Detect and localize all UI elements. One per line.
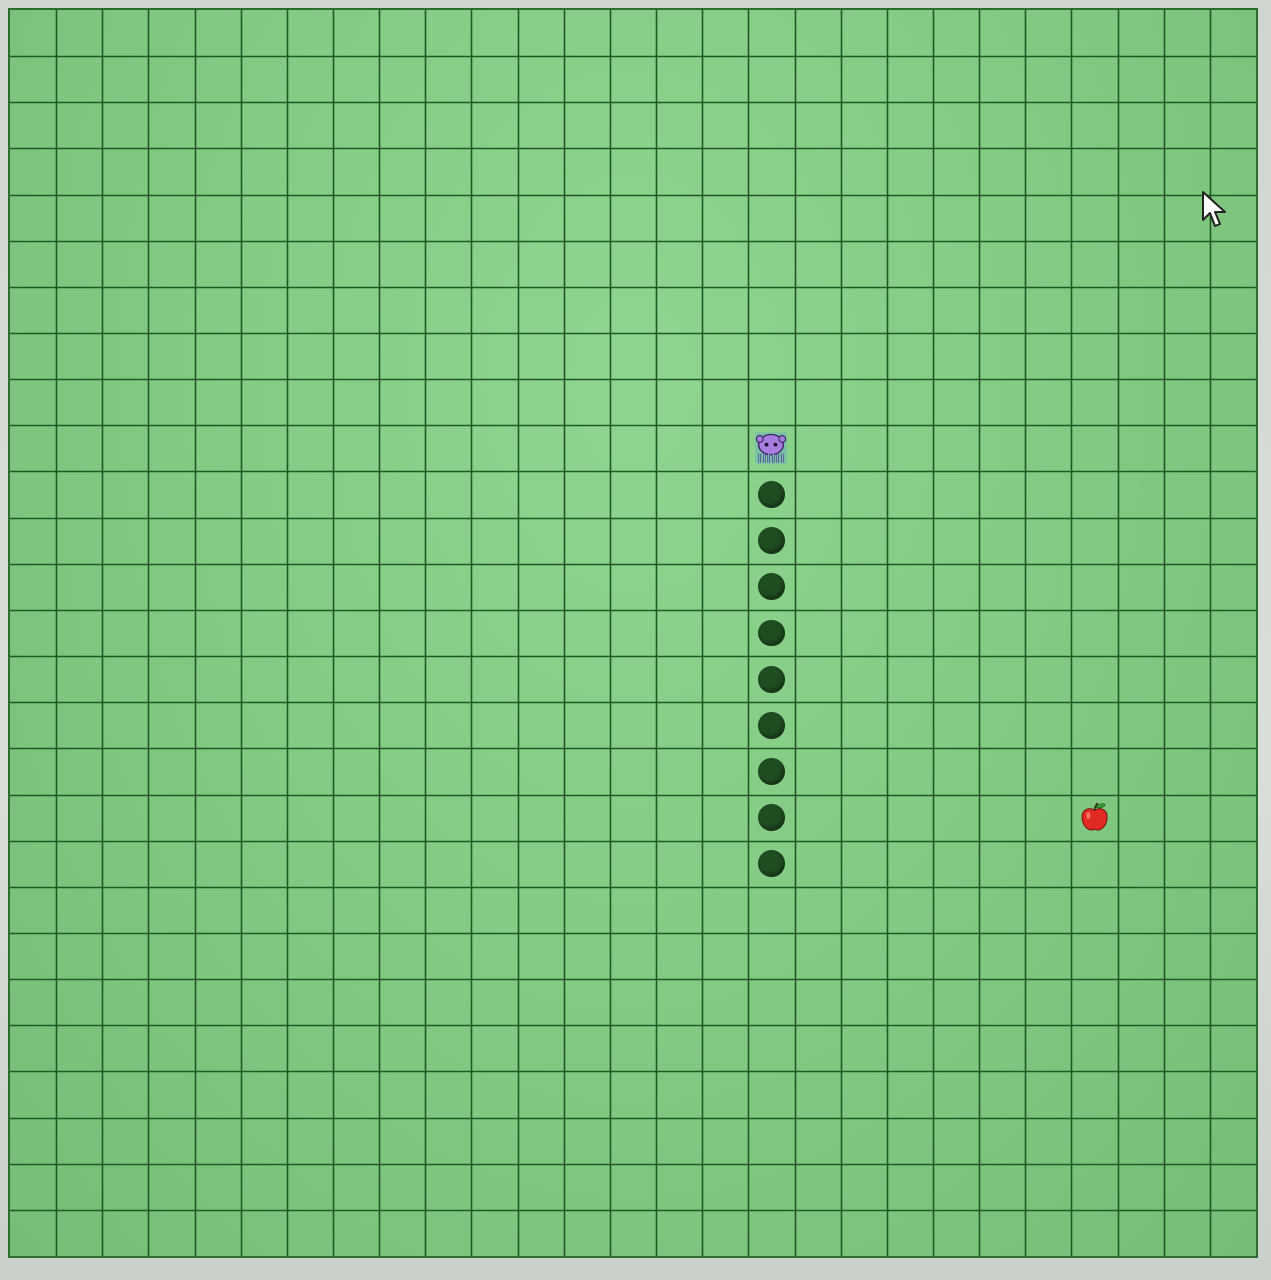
snake-body-segment xyxy=(758,481,785,508)
game-window xyxy=(0,0,1271,1280)
game-board[interactable] xyxy=(8,8,1258,1258)
apple-icon xyxy=(1081,802,1108,831)
snake-body-segment xyxy=(758,665,785,693)
snake-body-segment xyxy=(758,711,785,739)
snake-body-segment xyxy=(758,573,785,601)
snake-body-segment xyxy=(758,804,785,831)
snake-body-segment xyxy=(758,758,785,785)
board-grid xyxy=(10,10,1256,1256)
snake-body-segment xyxy=(758,850,785,878)
snake-body-segment xyxy=(758,527,785,555)
snake-head-octopus-icon xyxy=(755,432,788,465)
snake-body-segment xyxy=(758,619,785,647)
mouse-cursor-icon xyxy=(1202,191,1226,227)
